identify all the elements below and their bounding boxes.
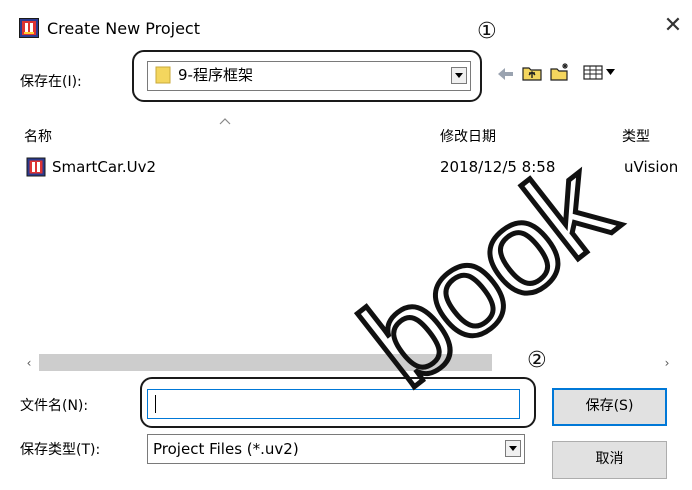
cancel-button[interactable]: 取消 (552, 441, 667, 479)
back-arrow-icon[interactable] (494, 64, 516, 84)
save-as-type-label: 保存类型(T): (20, 442, 101, 458)
annotation-callout-save-in (132, 50, 482, 102)
file-row-type: uVision (624, 158, 679, 176)
column-header-date-modified[interactable]: 修改日期 (440, 127, 496, 147)
scroll-left-arrow-icon[interactable]: ‹ (20, 354, 38, 372)
uvision-app-icon (19, 18, 39, 38)
save-as-type-value: Project Files (*.uv2) (153, 440, 299, 458)
up-folder-icon[interactable] (521, 63, 543, 83)
save-in-label: 保存在(I): (20, 74, 82, 90)
dialog-title: Create New Project (47, 19, 200, 38)
new-folder-icon[interactable] (549, 62, 571, 82)
save-button[interactable]: 保存(S) (552, 388, 667, 426)
create-new-project-dialog: Create New Project ✕ 保存在(I): 9-程序框架 名称 修… (0, 0, 692, 490)
annotation-marker-1: ① (477, 19, 497, 44)
file-row-date: 2018/12/5 8:58 (440, 158, 556, 176)
column-header-name[interactable]: 名称 (24, 127, 52, 147)
annotation-marker-2: ② (527, 348, 547, 373)
column-header-type[interactable]: 类型 (622, 127, 650, 147)
save-as-type-chevron-down-icon[interactable] (505, 440, 521, 457)
uvision-project-file-icon (26, 157, 46, 177)
file-name-label: 文件名(N): (20, 398, 89, 414)
views-menu-icon[interactable] (582, 62, 620, 82)
annotation-callout-file-name (140, 377, 536, 428)
horizontal-scrollbar-thumb[interactable] (39, 354, 492, 371)
file-row-name[interactable]: SmartCar.Uv2 (52, 157, 156, 177)
scroll-right-arrow-icon[interactable]: › (658, 354, 676, 372)
close-icon[interactable]: ✕ (661, 14, 685, 38)
sort-ascending-icon (219, 118, 231, 125)
